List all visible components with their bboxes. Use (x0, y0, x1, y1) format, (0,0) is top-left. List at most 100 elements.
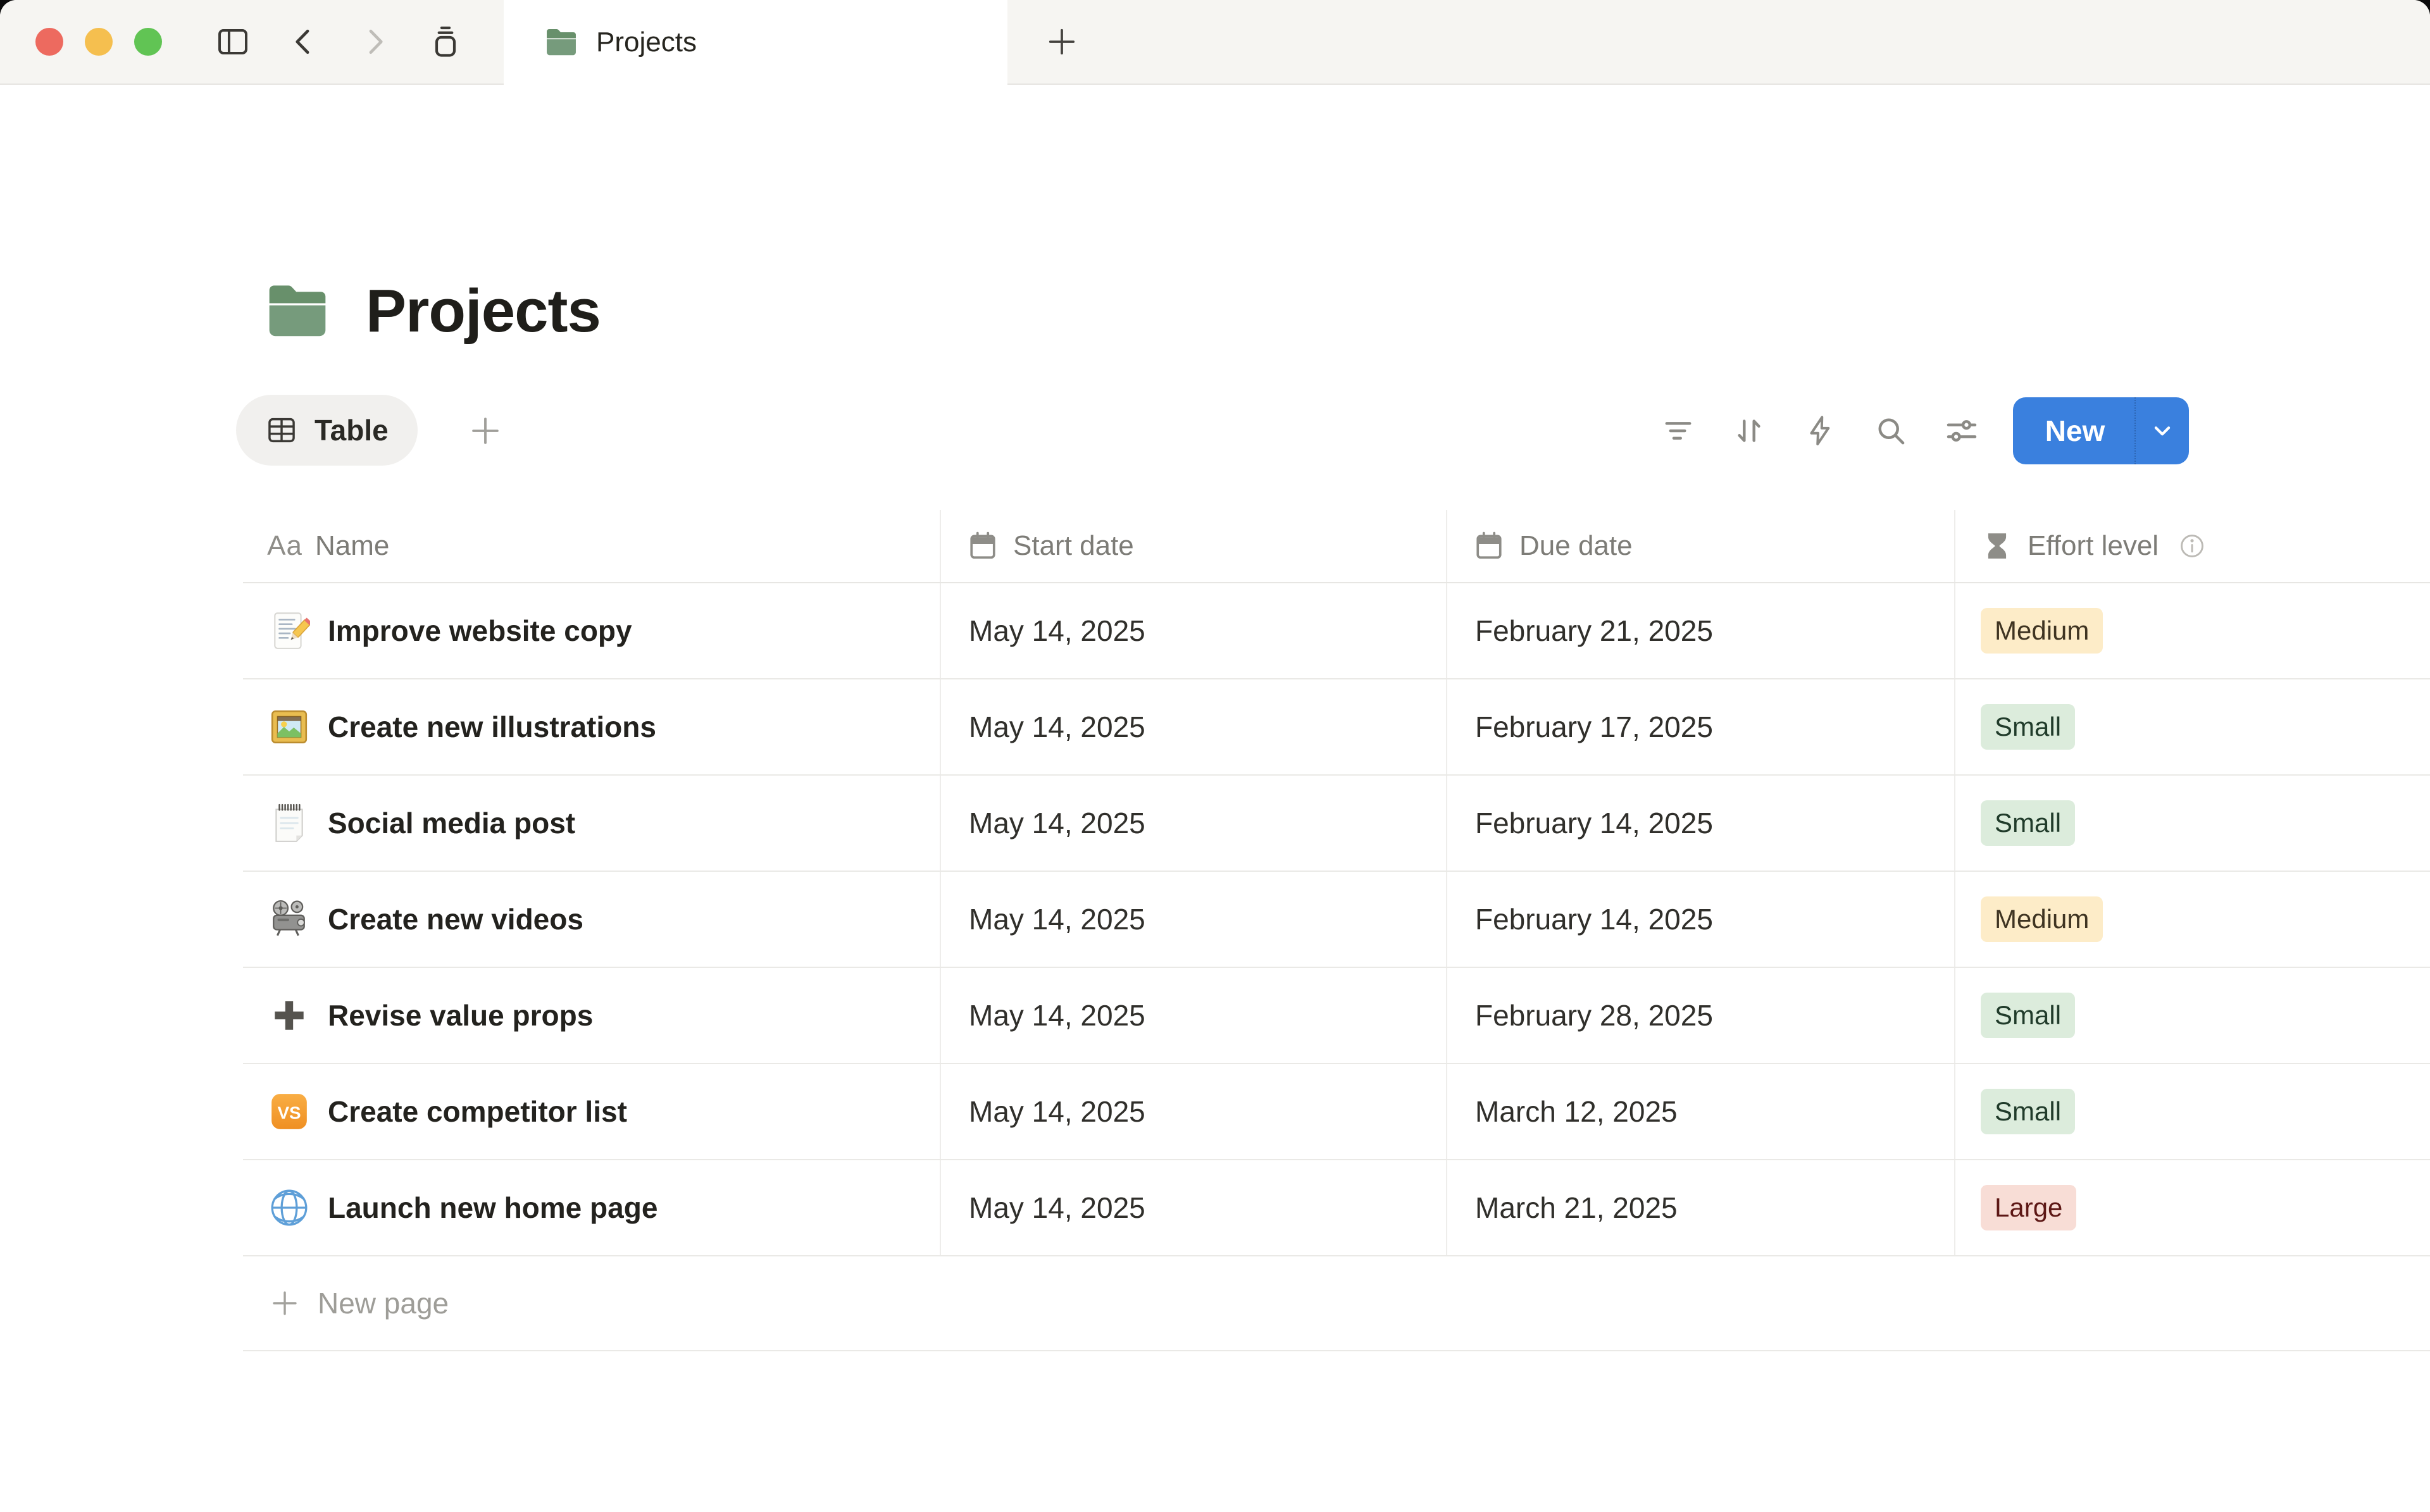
folder-icon (543, 24, 580, 61)
info-icon[interactable] (2178, 531, 2207, 561)
effort-cell[interactable]: Small (1955, 968, 2430, 1063)
sidebar-toggle-icon[interactable] (215, 24, 251, 59)
start-date-cell[interactable]: May 14, 2025 (941, 1064, 1447, 1159)
titlebar: Projects (0, 0, 2430, 85)
lightning-icon[interactable] (1802, 413, 1838, 449)
view-controls: Table New (0, 393, 2430, 468)
nav-icons (215, 24, 463, 59)
chevron-down-icon[interactable] (2136, 397, 2189, 464)
titlebar-left (0, 0, 504, 85)
row-icon (268, 610, 310, 652)
row-icon (268, 706, 310, 748)
back-icon[interactable] (286, 24, 321, 59)
name-cell[interactable]: Social media post (243, 776, 941, 871)
table-row[interactable]: Revise value props May 14, 2025 February… (243, 968, 2430, 1064)
column-header-due-date[interactable]: Due date (1447, 510, 1955, 582)
new-button[interactable]: New (2013, 397, 2189, 464)
table-body: Improve website copy May 14, 2025 Februa… (0, 583, 2430, 1256)
row-icon (268, 802, 310, 844)
table-row[interactable]: Create new illustrations May 14, 2025 Fe… (243, 679, 2430, 776)
effort-badge: Medium (1981, 608, 2103, 654)
new-page-button[interactable]: New page (243, 1256, 2430, 1351)
forward-icon[interactable] (357, 24, 392, 59)
zoom-button[interactable] (134, 28, 162, 56)
effort-cell[interactable]: Large (1955, 1160, 2430, 1255)
due-date-cell[interactable]: March 21, 2025 (1447, 1160, 1955, 1255)
close-button[interactable] (35, 28, 63, 56)
column-header-name[interactable]: Aa Name (243, 510, 941, 582)
projects-table: Aa Name Start date Due date Effort level… (0, 510, 2430, 1351)
name-cell[interactable]: VS Create competitor list (243, 1064, 941, 1159)
column-header-effort-level[interactable]: Effort level (1955, 510, 2430, 582)
column-label: Start date (1013, 530, 1134, 562)
row-name: Create new videos (328, 902, 583, 936)
row-icon (268, 898, 310, 940)
row-name: Launch new home page (328, 1191, 657, 1225)
due-date-cell[interactable]: February 21, 2025 (1447, 583, 1955, 678)
start-date-cell[interactable]: May 14, 2025 (941, 776, 1447, 871)
effort-cell[interactable]: Medium (1955, 872, 2430, 967)
table-row[interactable]: Create new videos May 14, 2025 February … (243, 872, 2430, 968)
column-label: Effort level (2028, 530, 2159, 562)
row-name: Create new illustrations (328, 710, 656, 744)
name-cell[interactable]: Revise value props (243, 968, 941, 1063)
effort-badge: Small (1981, 1089, 2075, 1134)
new-page-label: New page (318, 1286, 449, 1320)
name-cell[interactable]: Create new videos (243, 872, 941, 967)
new-button-label[interactable]: New (2013, 397, 2134, 464)
effort-cell[interactable]: Medium (1955, 583, 2430, 678)
due-date-cell[interactable]: February 14, 2025 (1447, 872, 1955, 967)
svg-text:VS: VS (277, 1103, 301, 1122)
effort-badge: Small (1981, 993, 2075, 1038)
history-icon[interactable] (428, 24, 463, 59)
effort-cell[interactable]: Small (1955, 679, 2430, 774)
search-icon[interactable] (1873, 413, 1909, 449)
page-title-row: Projects (262, 276, 601, 347)
due-date-cell[interactable]: February 14, 2025 (1447, 776, 1955, 871)
column-header-start-date[interactable]: Start date (941, 510, 1447, 582)
effort-cell[interactable]: Small (1955, 1064, 2430, 1159)
settings-icon[interactable] (1944, 413, 1979, 449)
start-date-cell[interactable]: May 14, 2025 (941, 679, 1447, 774)
traffic-lights (35, 28, 162, 56)
calendar-icon (966, 530, 999, 562)
plus-icon (268, 1287, 301, 1320)
tab-label: Projects (596, 27, 697, 58)
column-label: Name (315, 530, 389, 562)
effort-badge: Small (1981, 704, 2075, 750)
start-date-cell[interactable]: May 14, 2025 (941, 1160, 1447, 1255)
tab-projects[interactable]: Projects (504, 0, 1007, 85)
filter-icon[interactable] (1660, 413, 1696, 449)
table-row[interactable]: Social media post May 14, 2025 February … (243, 776, 2430, 872)
table-row[interactable]: Launch new home page May 14, 2025 March … (243, 1160, 2430, 1256)
effort-badge: Small (1981, 800, 2075, 846)
calendar-icon (1473, 530, 1505, 562)
effort-badge: Medium (1981, 896, 2103, 942)
minimize-button[interactable] (85, 28, 113, 56)
start-date-cell[interactable]: May 14, 2025 (941, 872, 1447, 967)
table-row[interactable]: Improve website copy May 14, 2025 Februa… (243, 583, 2430, 679)
due-date-cell[interactable]: March 12, 2025 (1447, 1064, 1955, 1159)
due-date-cell[interactable]: February 28, 2025 (1447, 968, 1955, 1063)
page-title[interactable]: Projects (366, 276, 601, 346)
new-tab-button[interactable] (1044, 24, 1080, 59)
titlebar-right (1007, 0, 2430, 85)
text-icon: Aa (268, 530, 301, 562)
name-cell[interactable]: Improve website copy (243, 583, 941, 678)
page-folder-icon[interactable] (262, 276, 333, 347)
sort-icon[interactable] (1731, 413, 1767, 449)
tab-table-view[interactable]: Table (236, 395, 418, 466)
name-cell[interactable]: Launch new home page (243, 1160, 941, 1255)
table-row[interactable]: VS Create competitor list May 14, 2025 M… (243, 1064, 2430, 1160)
row-name: Create competitor list (328, 1094, 627, 1129)
row-name: Improve website copy (328, 614, 632, 648)
add-view-button[interactable] (467, 412, 504, 449)
start-date-cell[interactable]: May 14, 2025 (941, 583, 1447, 678)
table-grid-icon (265, 414, 298, 447)
name-cell[interactable]: Create new illustrations (243, 679, 941, 774)
row-name: Revise value props (328, 998, 593, 1032)
view-label: Table (315, 413, 389, 447)
effort-cell[interactable]: Small (1955, 776, 2430, 871)
due-date-cell[interactable]: February 17, 2025 (1447, 679, 1955, 774)
start-date-cell[interactable]: May 14, 2025 (941, 968, 1447, 1063)
